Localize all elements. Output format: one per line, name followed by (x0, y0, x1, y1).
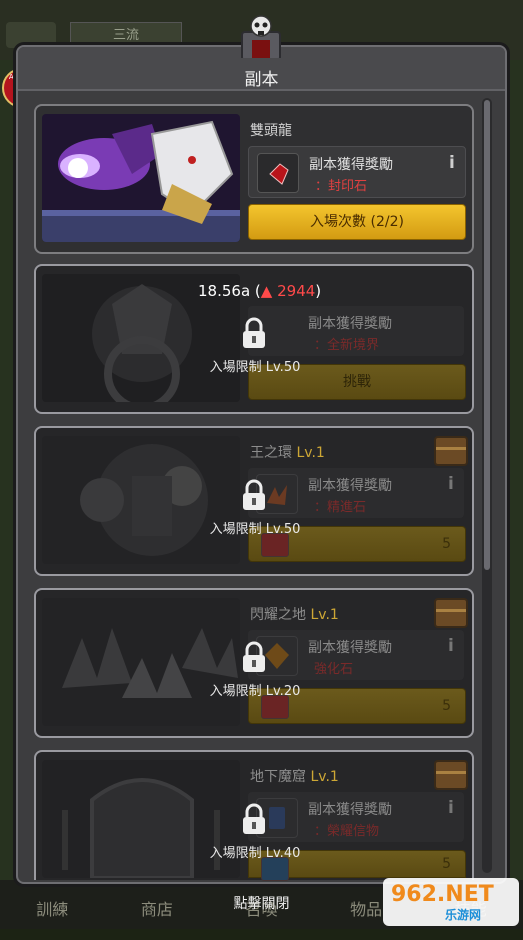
reward-label: 副本獲得獎勵 (309, 157, 393, 173)
ticket-count: 5 (442, 856, 451, 872)
lock-icon (243, 803, 265, 834)
level-requirement: 入場限制 Lv.40 (209, 846, 301, 861)
level-requirement: 入場限制 Lv.20 (209, 684, 301, 699)
treasure-chest-icon[interactable] (434, 598, 468, 628)
dungeon-card-twin-dragon[interactable]: 雙頭龍 副本獲得獎勵 ：封印石 i 入場次數 (2/2) (34, 104, 474, 254)
dungeon-image-king-ring (42, 436, 240, 564)
reward-item: ：精進石 (314, 500, 367, 515)
dungeon-title: 王之環 Lv.1 (250, 445, 325, 461)
reward-box: 副本獲得獎勵 ：精進石 i (248, 468, 464, 518)
reward-label: 副本獲得獎勵 (308, 802, 392, 818)
level-requirement: 入場限制 Lv.50 (209, 522, 301, 537)
reward-box: 副本獲得獎勵 ：全新境界 (248, 306, 464, 356)
reward-box: 副本獲得獎勵 ：封印石 i (248, 146, 466, 198)
level-requirement: 入場限制 Lv.50 (209, 360, 301, 375)
reward-item: ：封印石 (315, 179, 368, 194)
dungeon-card-king-ring[interactable]: 王之環 Lv.1 副本獲得獎勵 ：精進石 i 5 入場限制 Lv.50 (34, 426, 474, 576)
lock-icon (243, 641, 265, 672)
reward-box: 副本獲得獎勵 ：榮耀信物 i (248, 792, 464, 842)
ticket-count: 5 (442, 698, 451, 714)
info-icon[interactable]: i (448, 798, 454, 818)
ticket-count: 5 (442, 536, 451, 552)
reward-label: 副本獲得獎勵 (308, 478, 392, 494)
scrollbar-thumb[interactable] (484, 100, 490, 570)
info-icon[interactable]: i (448, 636, 454, 656)
dungeon-title: 雙頭龍 (250, 123, 292, 139)
dps-readout: 18.56a (▲ 2944) (198, 282, 322, 300)
reward-box: 副本獲得獎勵 強化石 i (248, 630, 464, 680)
reward-label: 副本獲得獎勵 (308, 316, 392, 332)
seal-stone-icon (257, 153, 299, 193)
info-icon[interactable]: i (449, 153, 455, 173)
dungeon-card-underground-cave[interactable]: 地下魔窟 Lv.1 副本獲得獎勵 ：榮耀信物 i 5 入場限制 Lv.40 (34, 750, 474, 881)
skull-emblem-icon (241, 15, 281, 58)
dungeon-image-shining-land (42, 598, 240, 726)
info-icon[interactable]: i (448, 474, 454, 494)
treasure-chest-icon[interactable] (434, 760, 468, 790)
lock-icon (243, 317, 265, 348)
dungeon-image-twin-dragon (42, 114, 240, 242)
reward-item: ：全新境界 (314, 338, 380, 353)
dungeon-title: 閃耀之地 Lv.1 (250, 607, 339, 623)
reward-item: ：榮耀信物 (314, 824, 380, 839)
watermark-logo: 962.NET 乐游网 (383, 878, 519, 926)
lock-icon (243, 479, 265, 510)
up-arrow-icon: ▲ (260, 282, 273, 300)
enter-count-button[interactable]: 入場次數 (2/2) (248, 204, 466, 240)
reward-label: 副本獲得獎勵 (308, 640, 392, 656)
panel-title: 副本 (244, 70, 279, 90)
dungeon-title: 地下魔窟 Lv.1 (250, 769, 339, 785)
reward-item: 強化石 (314, 662, 354, 677)
dungeon-card-shining-land[interactable]: 閃耀之地 Lv.1 副本獲得獎勵 強化石 i 5 入場限制 Lv.20 (34, 588, 474, 738)
treasure-chest-icon[interactable] (434, 436, 468, 466)
